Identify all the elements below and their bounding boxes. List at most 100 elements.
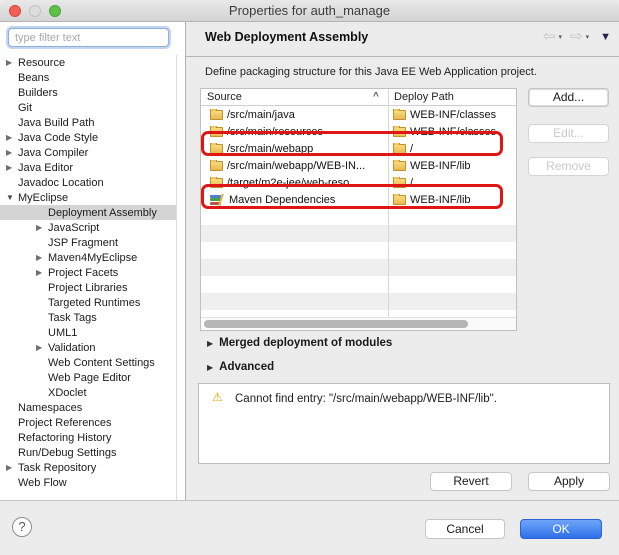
tree-item-maven4myeclipse[interactable]: ▶Maven4MyEclipse: [0, 250, 176, 265]
source-cell: /src/main/webapp: [201, 143, 388, 155]
tree-item-project-facets[interactable]: ▶Project Facets: [0, 265, 176, 280]
source-path: /src/main/java: [227, 109, 295, 121]
tree-item-java-build-path[interactable]: Java Build Path: [0, 115, 176, 130]
source-path: /src/main/webapp/WEB-IN...: [227, 160, 365, 172]
table-row-target-m2e-jee-web-reso[interactable]: /target/m2e-jee/web-reso... /: [201, 174, 516, 191]
tree-item-refactoring-history[interactable]: Refactoring History: [0, 430, 176, 445]
warning-message: Cannot find entry: "/src/main/webapp/WEB…: [235, 393, 497, 405]
tree-item-javadoc-location[interactable]: Javadoc Location: [0, 175, 176, 190]
tree-item-builders[interactable]: Builders: [0, 85, 176, 100]
tree-item-label: Resource: [17, 57, 65, 69]
tree-item-label: Project References: [17, 417, 112, 429]
tree-item-java-compiler[interactable]: ▶Java Compiler: [0, 145, 176, 160]
chevron-collapsed-icon[interactable]: ▶: [6, 460, 17, 475]
tree-item-task-repository[interactable]: ▶Task Repository: [0, 460, 176, 475]
tree-item-namespaces[interactable]: Namespaces: [0, 400, 176, 415]
tree-item-web-flow[interactable]: Web Flow: [0, 475, 176, 490]
folder-icon: [210, 127, 223, 137]
assembly-table-body: /src/main/javaWEB-INF/classes/src/main/r…: [201, 106, 516, 208]
tree-item-task-tags[interactable]: Task Tags: [0, 310, 176, 325]
folder-icon: [393, 110, 406, 120]
tree-item-git[interactable]: Git: [0, 100, 176, 115]
tree-item-java-editor[interactable]: ▶Java Editor: [0, 160, 176, 175]
deploy-path-cell: /: [388, 177, 516, 189]
deploy-path: WEB-INF/classes: [410, 126, 496, 138]
tree-item-validation[interactable]: ▶Validation: [0, 340, 176, 355]
tree-item-label: Java Build Path: [17, 117, 94, 129]
tree-item-xdoclet[interactable]: XDoclet: [0, 385, 176, 400]
ok-button[interactable]: OK: [520, 519, 602, 539]
deploy-path-cell: /: [388, 143, 516, 155]
table-row-src-main-java[interactable]: /src/main/javaWEB-INF/classes: [201, 106, 516, 123]
tree-item-myeclipse[interactable]: ▼MyEclipse: [0, 190, 176, 205]
chevron-collapsed-icon[interactable]: ▶: [6, 145, 17, 160]
tree-item-web-content-settings[interactable]: Web Content Settings: [0, 355, 176, 370]
chevron-collapsed-icon[interactable]: ▶: [36, 220, 47, 235]
forward-menu-caret-icon[interactable]: ▾: [586, 33, 590, 41]
back-menu-caret-icon[interactable]: ▾: [559, 33, 563, 41]
header-separator: [186, 56, 619, 57]
tree-item-javascript[interactable]: ▶JavaScript: [0, 220, 176, 235]
tree-item-project-references[interactable]: Project References: [0, 415, 176, 430]
tree-item-label: Deployment Assembly: [47, 207, 157, 219]
tree-item-targeted-runtimes[interactable]: Targeted Runtimes: [0, 295, 176, 310]
tree-item-jsp-fragment[interactable]: JSP Fragment: [0, 235, 176, 250]
column-header-deploy-path[interactable]: Deploy Path: [394, 91, 454, 103]
tree-item-label: Namespaces: [17, 402, 82, 414]
main-panel: Web Deployment Assembly ⇦ ▾ ⇨ ▾ ▼ Define…: [186, 22, 619, 500]
add-button[interactable]: Add...: [528, 88, 609, 107]
warning-icon: ⚠: [212, 390, 223, 404]
table-row-src-main-resources[interactable]: /src/main/resourcesWEB-INF/classes: [201, 123, 516, 140]
chevron-collapsed-icon[interactable]: ▶: [6, 55, 17, 70]
revert-button[interactable]: Revert: [430, 472, 512, 491]
horizontal-scrollbar-thumb[interactable]: [204, 320, 468, 328]
library-icon: [210, 194, 225, 206]
source-path: /target/m2e-jee/web-reso...: [227, 177, 358, 189]
back-arrow-icon[interactable]: ⇦: [543, 29, 556, 45]
deploy-path-cell: WEB-INF/lib: [388, 160, 516, 172]
help-button[interactable]: ?: [12, 517, 32, 537]
tree-item-resource[interactable]: ▶Resource: [0, 55, 176, 70]
header-nav: ⇦ ▾ ⇨ ▾ ▼: [543, 29, 611, 45]
tree-item-label: UML1: [47, 327, 77, 339]
tree-item-web-page-editor[interactable]: Web Page Editor: [0, 370, 176, 385]
chevron-collapsed-icon[interactable]: ▶: [36, 340, 47, 355]
tree-item-java-code-style[interactable]: ▶Java Code Style: [0, 130, 176, 145]
sort-ascending-icon[interactable]: ^: [373, 91, 379, 102]
problems-box: ⚠ Cannot find entry: "/src/main/webapp/W…: [198, 383, 610, 464]
chevron-collapsed-icon[interactable]: ▶: [6, 130, 17, 145]
apply-button[interactable]: Apply: [528, 472, 610, 491]
tree-item-label: Web Flow: [17, 477, 67, 489]
properties-dialog: Properties for auth_manage ▶ResourceBean…: [0, 0, 619, 555]
view-menu-icon[interactable]: ▼: [600, 31, 611, 43]
tree-item-label: Git: [17, 102, 32, 114]
source-path: /src/main/webapp: [227, 143, 313, 155]
table-row-src-main-webapp-web-in[interactable]: /src/main/webapp/WEB-IN... WEB-INF/lib: [201, 157, 516, 174]
tree-item-uml1[interactable]: UML1: [0, 325, 176, 340]
filter-input[interactable]: [8, 28, 169, 47]
tree-item-label: Maven4MyEclipse: [47, 252, 137, 264]
tree-item-deployment-assembly[interactable]: Deployment Assembly: [0, 205, 176, 220]
tree-item-label: Validation: [47, 342, 96, 354]
section-advanced[interactable]: ▶ Advanced: [207, 361, 274, 373]
chevron-expanded-icon[interactable]: ▼: [6, 190, 17, 205]
tree-item-beans[interactable]: Beans: [0, 70, 176, 85]
edit-button: Edit...: [528, 124, 609, 143]
tree-item-run-debug-settings[interactable]: Run/Debug Settings: [0, 445, 176, 460]
tree-item-label: Refactoring History: [17, 432, 112, 444]
forward-arrow-icon[interactable]: ⇨: [570, 29, 583, 45]
table-row-maven-dependencies[interactable]: Maven DependenciesWEB-INF/lib: [201, 191, 516, 208]
horizontal-scrollbar[interactable]: [201, 317, 516, 330]
cancel-button[interactable]: Cancel: [425, 519, 505, 539]
column-divider[interactable]: [388, 89, 389, 317]
column-header-source[interactable]: Source: [207, 91, 242, 103]
tree-item-label: Task Repository: [17, 462, 96, 474]
tree-item-project-libraries[interactable]: Project Libraries: [0, 280, 176, 295]
chevron-collapsed-icon[interactable]: ▶: [36, 265, 47, 280]
table-row-src-main-webapp[interactable]: /src/main/webapp /: [201, 140, 516, 157]
chevron-collapsed-icon[interactable]: ▶: [6, 160, 17, 175]
chevron-collapsed-icon[interactable]: ▶: [36, 250, 47, 265]
tree-item-label: Web Page Editor: [47, 372, 131, 384]
section-merged-deployment[interactable]: ▶ Merged deployment of modules: [207, 337, 392, 349]
tree-item-label: Java Editor: [17, 162, 73, 174]
